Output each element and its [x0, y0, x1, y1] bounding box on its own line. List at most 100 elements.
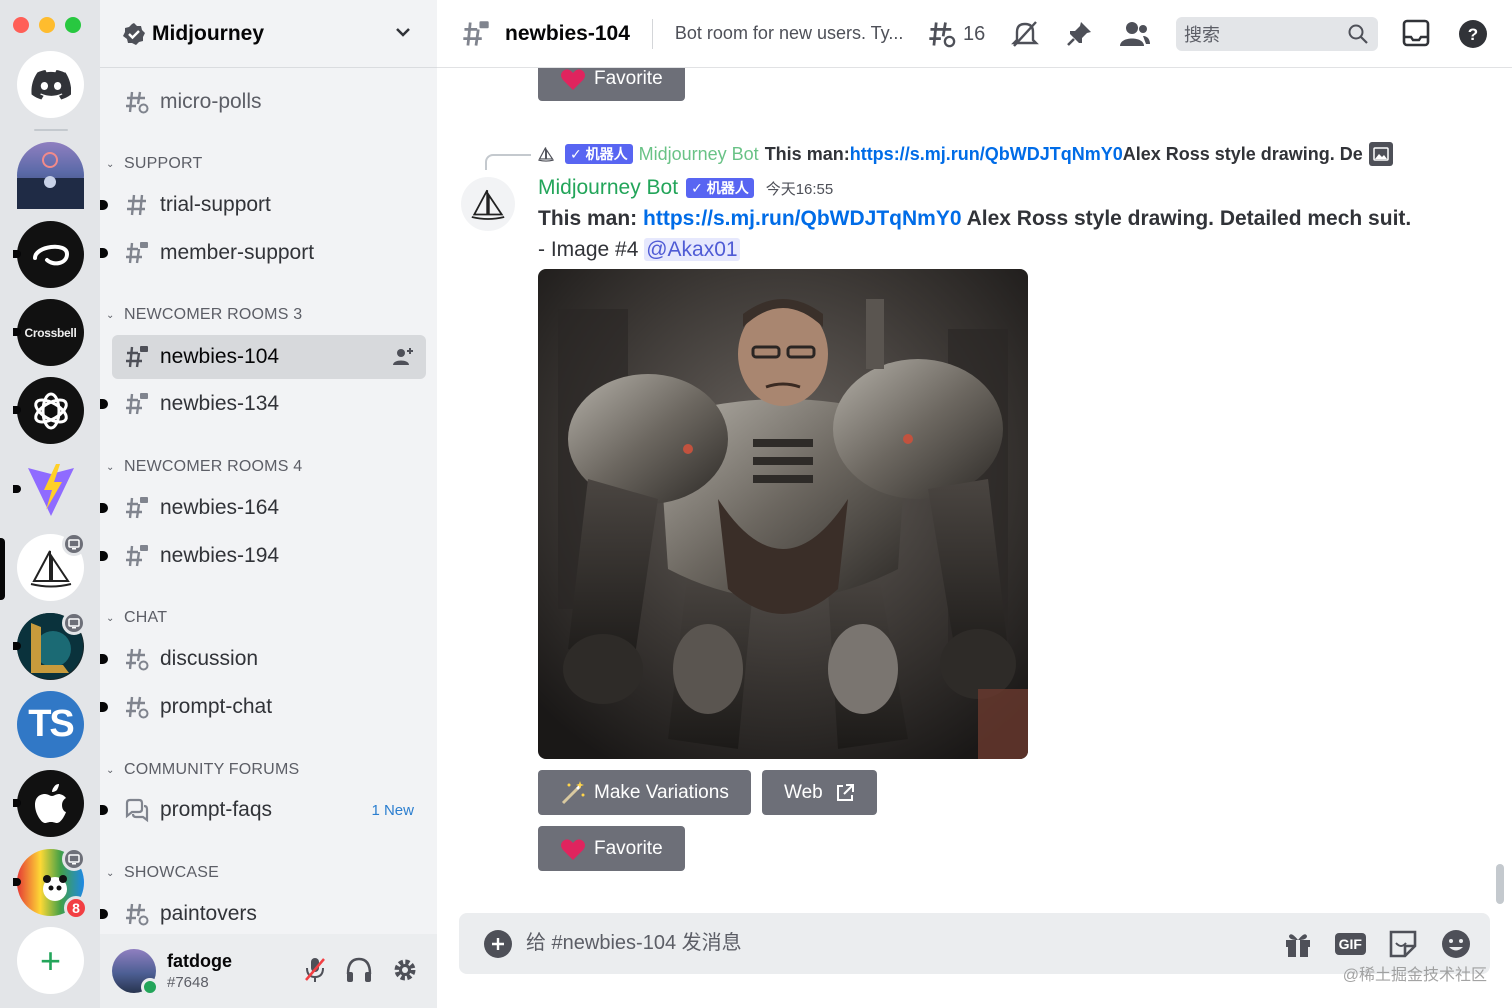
pinned-messages-button[interactable] [1065, 20, 1093, 48]
message-content: This man: https://s.mj.run/QbWDJTqNmY0 A… [538, 207, 1411, 231]
server-icon-typescript[interactable]: TS [17, 691, 84, 758]
locked-hash-icon [461, 19, 491, 49]
channel-newbies-164[interactable]: newbies-164 [100, 486, 426, 530]
channel-newbies-134[interactable]: newbies-134 [100, 382, 426, 426]
avatar[interactable] [112, 949, 159, 996]
button-label: Make Variations [594, 781, 729, 803]
upload-button[interactable] [484, 929, 512, 958]
category-support[interactable]: ⌄ SUPPORT [106, 154, 202, 174]
member-list-button[interactable] [1119, 20, 1151, 48]
vite-logo-icon [27, 463, 74, 516]
server-icon-openai[interactable] [13, 377, 84, 444]
guild-name: Midjourney [152, 21, 265, 45]
voice-activity-badge [62, 532, 86, 556]
message-header: Midjourney Bot ✓ 机器人 今天16:55 [538, 176, 833, 200]
chevron-down-icon: ⌄ [106, 309, 115, 321]
server-icon-league[interactable] [13, 611, 86, 680]
gear-icon[interactable] [391, 956, 419, 984]
sticker-icon[interactable] [1388, 929, 1418, 959]
server-icon-apple[interactable] [13, 770, 84, 837]
channel-member-support[interactable]: member-support [100, 231, 426, 275]
checkmark-icon: ✓ [570, 145, 586, 162]
server-icon-loop[interactable] [13, 221, 84, 288]
category-newcomer-rooms-3[interactable]: ⌄ NEWCOMER ROOMS 3 [106, 305, 302, 325]
pin-icon [1067, 22, 1092, 46]
help-icon[interactable]: ? [1458, 19, 1488, 49]
scrollbar-thumb[interactable] [1496, 864, 1504, 904]
category-label: NEWCOMER ROOMS 3 [124, 306, 303, 323]
channel-prompt-faqs[interactable]: prompt-faqs 1 New [100, 788, 426, 832]
channel-discussion[interactable]: discussion [100, 637, 426, 681]
direct-messages-button[interactable] [17, 51, 84, 118]
plus-icon: + [39, 939, 62, 981]
loop-logo-icon [32, 244, 69, 265]
chevron-down-icon [396, 28, 410, 37]
channel-topic[interactable]: Bot room for new users. Ty... [675, 23, 915, 44]
message-input[interactable] [526, 932, 1283, 955]
channel-newbies-194[interactable]: newbies-194 [100, 534, 426, 578]
channel-prompt-chat[interactable]: prompt-chat [100, 685, 426, 729]
discord-logo-icon [30, 69, 71, 99]
message-timestamp: 今天16:55 [765, 180, 834, 198]
image-number-text: - Image #4 [538, 238, 645, 261]
plus-icon [492, 937, 504, 950]
channel-header: newbies-104 Bot room for new users. Ty..… [437, 0, 1512, 68]
reply-preview[interactable]: ✓ 机器人 Midjourney Bot This man: https://s… [537, 142, 1393, 166]
invite-member-icon[interactable] [392, 346, 414, 374]
inbox-icon[interactable] [1402, 19, 1430, 47]
user-mention[interactable]: @Akax01 [644, 238, 740, 261]
mute-microphone-icon[interactable] [303, 956, 327, 984]
notification-settings-button[interactable] [1011, 20, 1040, 48]
monitor-icon [68, 853, 80, 864]
server-icon-vite[interactable] [13, 456, 84, 523]
channel-paintovers[interactable]: paintovers [100, 892, 426, 934]
window-close-button[interactable] [13, 17, 29, 33]
svg-text:?: ? [1468, 25, 1478, 44]
unread-pill [13, 250, 21, 258]
favorite-button[interactable]: Favorite [538, 826, 685, 871]
unread-indicator [100, 702, 108, 712]
message-list: Favorite ✓ 机器人 Midjourney Bot This man: … [437, 68, 1512, 913]
message-link[interactable]: https://s.mj.run/QbWDJTqNmY0 [643, 207, 962, 230]
category-showcase[interactable]: ⌄ SHOWCASE [106, 863, 219, 883]
make-variations-button[interactable]: Make Variations [538, 770, 751, 815]
button-label: Web [784, 781, 823, 803]
window-maximize-button[interactable] [65, 17, 81, 33]
magic-wand-icon [560, 780, 586, 806]
favorite-button-previous[interactable]: Favorite [538, 68, 685, 101]
message-author[interactable]: Midjourney Bot [538, 176, 678, 200]
add-server-button[interactable]: + [17, 927, 84, 994]
message-text-prefix: This man: [538, 207, 644, 230]
server-label: TS [28, 703, 75, 745]
guild-header[interactable]: Midjourney [100, 0, 437, 68]
reply-author[interactable]: Midjourney Bot [639, 144, 759, 165]
category-community-forums[interactable]: ⌄ COMMUNITY FORUMS [106, 760, 299, 780]
reply-link[interactable]: https://s.mj.run/QbWDJTqNmY0 [850, 144, 1123, 165]
search-bar[interactable]: 搜索 [1176, 17, 1378, 51]
server-icon-colorful[interactable]: 8 [13, 847, 88, 920]
server-icon-crossbell[interactable]: Crossbell [13, 299, 84, 366]
category-newcomer-rooms-4[interactable]: ⌄ NEWCOMER ROOMS 4 [106, 457, 302, 477]
channel-label: paintovers [160, 902, 257, 925]
headphones-icon[interactable] [345, 956, 373, 984]
category-label: SUPPORT [124, 155, 203, 172]
threads-button[interactable]: 16 [927, 19, 985, 49]
web-link-button[interactable]: Web [762, 770, 877, 815]
channel-list: micro-polls ⌄ SUPPORT trial-support memb… [100, 68, 437, 934]
category-chat[interactable]: ⌄ CHAT [106, 608, 167, 628]
window-minimize-button[interactable] [39, 17, 55, 33]
avatar[interactable] [461, 177, 515, 231]
channel-newbies-104[interactable]: newbies-104 [112, 335, 426, 379]
emoji-icon[interactable] [1440, 928, 1472, 960]
server-icon-landscape[interactable] [17, 142, 84, 209]
channel-trial-support[interactable]: trial-support [100, 183, 426, 227]
gif-button[interactable]: GIF [1334, 932, 1366, 955]
channel-label: micro-polls [160, 90, 262, 113]
server-icon-midjourney[interactable] [17, 532, 86, 601]
user-info[interactable]: fatdoge #7648 [167, 951, 232, 991]
generated-image-attachment[interactable] [538, 269, 1028, 759]
channel-micro-polls[interactable]: micro-polls [112, 80, 426, 124]
gift-icon[interactable] [1283, 929, 1313, 959]
button-label: Favorite [594, 68, 663, 89]
checkmark-icon: ✓ [691, 179, 707, 196]
